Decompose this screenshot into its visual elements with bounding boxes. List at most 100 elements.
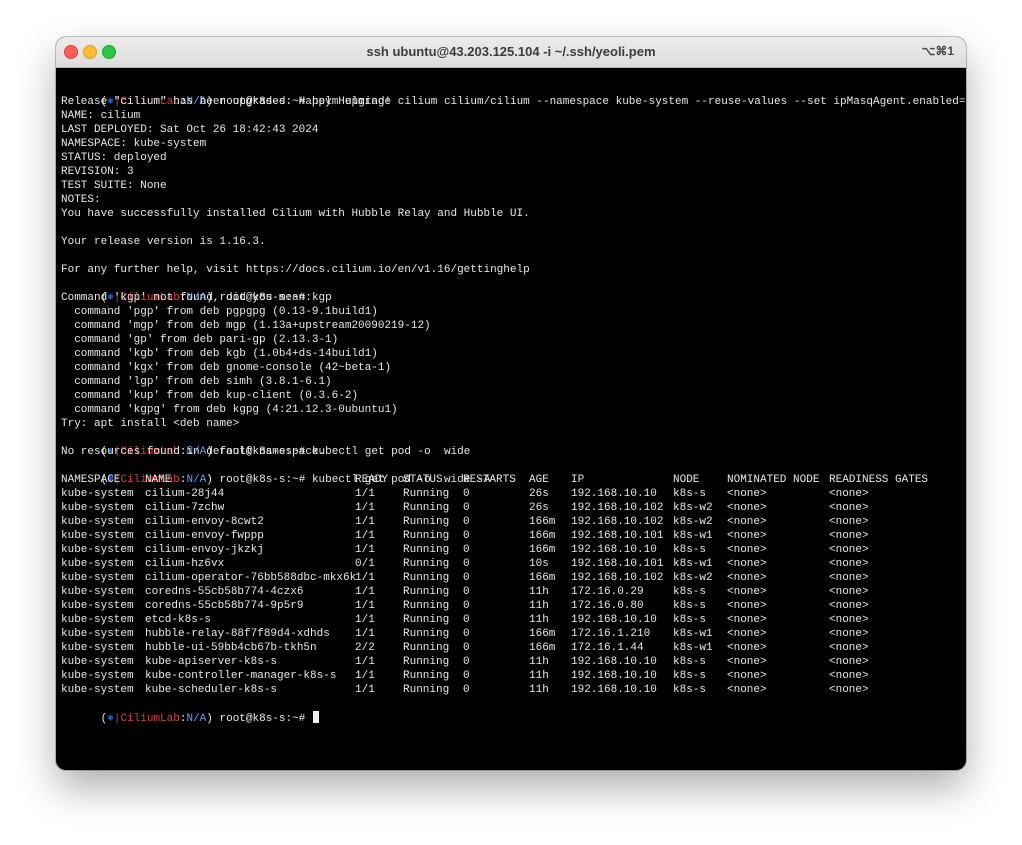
cell-age: 166m (529, 530, 556, 542)
cell-status: Running (403, 572, 450, 584)
cell-readiness-gates: <none> (829, 642, 869, 654)
cell-node: k8s-s (673, 670, 707, 682)
cell-age: 26s (529, 488, 549, 500)
column-header-nominated-node: NOMINATED NODE (727, 474, 820, 486)
cell-readiness-gates: <none> (829, 684, 869, 696)
cell-ready: 1/1 (355, 628, 375, 640)
cell-restarts: 0 (463, 530, 470, 542)
cell-name: hubble-relay-88f7f89d4-xdhds (145, 628, 330, 640)
cell-ip: 192.168.10.10 (571, 544, 657, 556)
cell-node: k8s-w2 (673, 516, 713, 528)
cell-age: 11h (529, 684, 549, 696)
cell-ip: 192.168.10.101 (571, 530, 664, 542)
cell-restarts: 0 (463, 600, 470, 612)
cell-name: cilium-7zchw (145, 502, 225, 514)
cell-namespace: kube-system (61, 530, 134, 542)
kube-icon: ⎈ (107, 713, 114, 725)
cell-ip: 192.168.10.10 (571, 656, 657, 668)
cell-ready: 1/1 (355, 684, 375, 696)
cell-readiness-gates: <none> (829, 586, 869, 598)
terminal-window: ssh ubuntu@43.203.125.104 -i ~/.ssh/yeol… (56, 37, 966, 770)
output-line: command 'kgb' from deb kgb (1.0b4+ds-14b… (61, 348, 378, 360)
terminal-output[interactable]: (⎈|CiliumLab:N/A) root@k8s-s:~# helm upg… (61, 81, 966, 767)
cell-name: cilium-envoy-8cwt2 (145, 516, 264, 528)
column-header-ready: READY (355, 474, 389, 486)
cell-ip: 192.168.10.102 (571, 572, 664, 584)
cell-node: k8s-w1 (673, 642, 713, 654)
cell-node: k8s-s (673, 488, 707, 500)
command-text: kgp (311, 292, 332, 304)
cell-ip: 172.16.1.44 (571, 642, 644, 654)
cell-name: cilium-envoy-fwppp (145, 530, 264, 542)
cell-namespace: kube-system (61, 684, 134, 696)
output-line: command 'kgpg' from deb kgpg (4:21.12.3-… (61, 404, 398, 416)
window-title: ssh ubuntu@43.203.125.104 -i ~/.ssh/yeol… (366, 44, 656, 59)
cell-age: 166m (529, 572, 556, 584)
table-row: kube-system cilium-envoy-jkzkj 1/1 Running 0… (61, 543, 961, 557)
cell-nominated-node: <none> (727, 656, 767, 668)
column-header-status: STATUS (403, 474, 443, 486)
cell-nominated-node: <none> (727, 488, 767, 500)
prompt-line: (⎈|CiliumLab:N/A) root@k8s-s:~# kubectl … (100, 446, 471, 458)
column-header-restarts: RESTARTS (463, 474, 516, 486)
text-cursor[interactable] (312, 711, 319, 723)
output-line: command 'kup' from deb kup-client (0.3.6… (61, 390, 359, 402)
output-line: command 'gp' from deb pari-gp (2.13.3-1) (61, 334, 339, 346)
output-line: For any further help, visit https://docs… (61, 264, 530, 276)
cell-readiness-gates: <none> (829, 502, 869, 514)
cell-nominated-node: <none> (727, 572, 767, 584)
cell-ready: 1/1 (355, 488, 375, 500)
cell-restarts: 0 (463, 572, 470, 584)
pods-table: NAMESPACE NAME READY STATUS RESTARTS AGE IP NOD… (61, 473, 961, 697)
cell-ready: 1/1 (355, 614, 375, 626)
cell-name: kube-scheduler-k8s-s (145, 684, 278, 696)
cell-ip: 192.168.10.10 (571, 488, 657, 500)
cell-node: k8s-w1 (673, 530, 713, 542)
cell-namespace: kube-system (61, 614, 134, 626)
table-row: kube-system cilium-7zchw 1/1 Running 0 26s 192… (61, 501, 961, 515)
cell-readiness-gates: <none> (829, 670, 869, 682)
cell-ip: 192.168.10.102 (571, 516, 664, 528)
prompt-line[interactable]: (⎈|CiliumLab:N/A) root@k8s-s:~# (61, 697, 961, 725)
cell-age: 166m (529, 544, 556, 556)
cell-nominated-node: <none> (727, 600, 767, 612)
table-row: kube-system etcd-k8s-s 1/1 Running 0 11h 192.1… (61, 613, 961, 627)
output-line: NAMESPACE: kube-system (61, 138, 207, 150)
cell-readiness-gates: <none> (829, 488, 869, 500)
cell-restarts: 0 (463, 684, 470, 696)
cell-restarts: 0 (463, 670, 470, 682)
cell-ready: 1/1 (355, 586, 375, 598)
cell-node: k8s-s (673, 614, 707, 626)
cell-name: coredns-55cb58b774-4czx6 (145, 586, 304, 598)
output-line: command 'lgp' from deb simh (3.8.1-6.1) (61, 376, 332, 388)
prompt-line: (⎈|CiliumLab:N/A) root@k8s-s:~# kubectl … (100, 474, 491, 486)
cell-status: Running (403, 642, 450, 654)
table-row: kube-system coredns-55cb58b774-9p5r9 1/1 Ru… (61, 599, 961, 613)
cell-name: etcd-k8s-s (145, 614, 212, 626)
cell-name: hubble-ui-59bb4cb67b-tkh5n (145, 642, 317, 654)
cell-ip: 172.16.0.80 (571, 600, 644, 612)
column-header-readiness-gates: READINESS GATES (829, 474, 929, 486)
output-line: command 'pgp' from deb pgpgpg (0.13-9.1b… (61, 306, 378, 318)
window-shortcut: ⌥⌘1 (921, 44, 954, 58)
cell-age: 166m (529, 628, 556, 640)
column-header-node: NODE (673, 474, 700, 486)
cell-age: 11h (529, 670, 549, 682)
cell-readiness-gates: <none> (829, 544, 869, 556)
cell-restarts: 0 (463, 516, 470, 528)
prompt-line: (⎈|CiliumLab:N/A) root@k8s-s:~# helm upg… (61, 81, 966, 108)
table-row: kube-system cilium-envoy-8cwt2 1/1 Running 0… (61, 515, 961, 529)
command-output: Release "cilium" has been upgraded. Happ… (61, 95, 961, 277)
cell-namespace: kube-system (61, 572, 134, 584)
cell-nominated-node: <none> (727, 544, 767, 556)
cell-name: kube-apiserver-k8s-s (145, 656, 278, 668)
cell-restarts: 0 (463, 558, 470, 570)
cell-age: 11h (529, 586, 549, 598)
cell-ready: 1/1 (355, 502, 375, 514)
cell-ready: 1/1 (355, 656, 375, 668)
command-text: helm upgrade cilium cilium/cilium --name… (311, 96, 966, 108)
output-line: NOTES: (61, 194, 101, 206)
cell-node: k8s-s (673, 544, 707, 556)
cell-ip: 192.168.10.10 (571, 670, 657, 682)
cell-ip: 192.168.10.102 (571, 502, 664, 514)
